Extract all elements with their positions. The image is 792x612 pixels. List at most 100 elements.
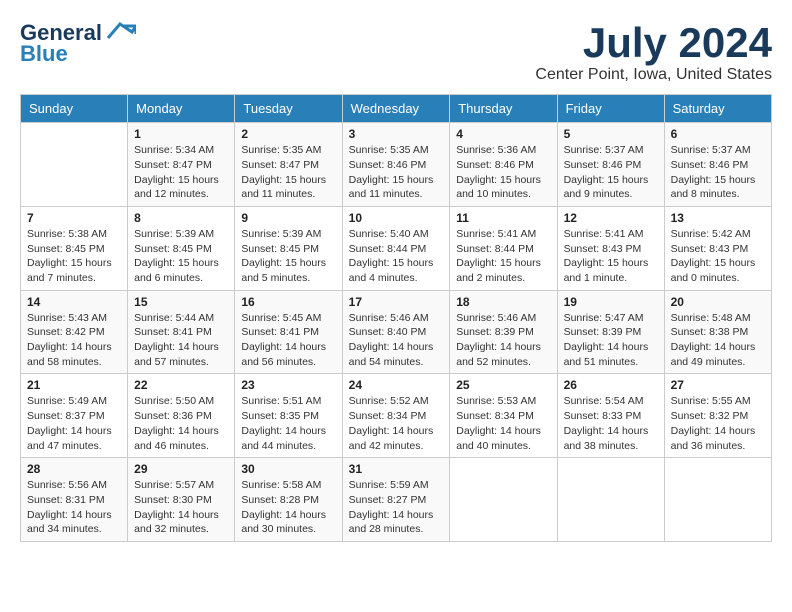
header-friday: Friday bbox=[557, 95, 664, 123]
day-number: 20 bbox=[671, 295, 765, 309]
day-number: 2 bbox=[241, 127, 335, 141]
header-thursday: Thursday bbox=[450, 95, 557, 123]
calendar-cell: 30Sunrise: 5:58 AM Sunset: 8:28 PM Dayli… bbox=[235, 458, 342, 542]
day-info: Sunrise: 5:55 AM Sunset: 8:32 PM Dayligh… bbox=[671, 394, 765, 453]
day-info: Sunrise: 5:44 AM Sunset: 8:41 PM Dayligh… bbox=[134, 311, 228, 370]
calendar-cell: 2 Sunrise: 5:35 AM Sunset: 8:47 PM Daylig… bbox=[235, 123, 342, 207]
calendar-cell bbox=[557, 458, 664, 542]
day-number: 10 bbox=[349, 211, 444, 225]
day-number: 5 bbox=[564, 127, 658, 141]
day-info: Sunrise: 5:54 AM Sunset: 8:33 PM Dayligh… bbox=[564, 394, 658, 453]
week-row-3: 14 Sunrise: 5:43 AM Sunset: 8:42 PM Dayli… bbox=[21, 290, 772, 374]
day-number: 14 bbox=[27, 295, 121, 309]
day-number: 25 bbox=[456, 378, 550, 392]
day-info: Sunrise: 5:41 AM Sunset: 8:43 PM Dayligh… bbox=[564, 227, 658, 286]
calendar-cell: 11 Sunrise: 5:41 AM Sunset: 8:44 PM Dayli… bbox=[450, 206, 557, 290]
calendar-cell: 28 Sunrise: 5:56 AM Sunset: 8:31 PM Dayli… bbox=[21, 458, 128, 542]
calendar-cell: 23Sunrise: 5:51 AM Sunset: 8:35 PM Dayli… bbox=[235, 374, 342, 458]
day-info: Sunrise: 5:35 AM Sunset: 8:47 PM Dayligh… bbox=[241, 143, 335, 202]
title-area: July 2024 Center Point, Iowa, United Sta… bbox=[535, 20, 772, 84]
day-number: 3 bbox=[349, 127, 444, 141]
calendar-cell: 12Sunrise: 5:41 AM Sunset: 8:43 PM Dayli… bbox=[557, 206, 664, 290]
day-number: 21 bbox=[27, 378, 121, 392]
day-number: 26 bbox=[564, 378, 658, 392]
calendar-cell: 16 Sunrise: 5:45 AM Sunset: 8:41 PM Dayli… bbox=[235, 290, 342, 374]
calendar-cell: 26 Sunrise: 5:54 AM Sunset: 8:33 PM Dayli… bbox=[557, 374, 664, 458]
day-number: 13 bbox=[671, 211, 765, 225]
day-number: 11 bbox=[456, 211, 550, 225]
day-info: Sunrise: 5:46 AM Sunset: 8:40 PM Dayligh… bbox=[349, 311, 444, 370]
calendar-cell bbox=[21, 123, 128, 207]
day-number: 27 bbox=[671, 378, 765, 392]
day-info: Sunrise: 5:38 AM Sunset: 8:45 PM Dayligh… bbox=[27, 227, 121, 286]
calendar-cell: 15 Sunrise: 5:44 AM Sunset: 8:41 PM Dayli… bbox=[128, 290, 235, 374]
day-number: 1 bbox=[134, 127, 228, 141]
day-info: Sunrise: 5:37 AM Sunset: 8:46 PM Dayligh… bbox=[671, 143, 765, 202]
day-info: Sunrise: 5:47 AM Sunset: 8:39 PM Dayligh… bbox=[564, 311, 658, 370]
calendar-header-row: SundayMondayTuesdayWednesdayThursdayFrid… bbox=[21, 95, 772, 123]
calendar-cell bbox=[450, 458, 557, 542]
calendar-cell: 1 Sunrise: 5:34 AM Sunset: 8:47 PM Daylig… bbox=[128, 123, 235, 207]
calendar-cell: 20Sunrise: 5:48 AM Sunset: 8:38 PM Dayli… bbox=[664, 290, 771, 374]
calendar-cell: 22 Sunrise: 5:50 AM Sunset: 8:36 PM Dayli… bbox=[128, 374, 235, 458]
day-info: Sunrise: 5:41 AM Sunset: 8:44 PM Dayligh… bbox=[456, 227, 550, 286]
day-number: 6 bbox=[671, 127, 765, 141]
calendar-cell: 25 Sunrise: 5:53 AM Sunset: 8:34 PM Dayli… bbox=[450, 374, 557, 458]
calendar-cell: 31Sunrise: 5:59 AM Sunset: 8:27 PM Dayli… bbox=[342, 458, 450, 542]
day-number: 24 bbox=[349, 378, 444, 392]
calendar-cell: 19 Sunrise: 5:47 AM Sunset: 8:39 PM Dayli… bbox=[557, 290, 664, 374]
header-sunday: Sunday bbox=[21, 95, 128, 123]
day-info: Sunrise: 5:39 AM Sunset: 8:45 PM Dayligh… bbox=[241, 227, 335, 286]
week-row-5: 28 Sunrise: 5:56 AM Sunset: 8:31 PM Dayli… bbox=[21, 458, 772, 542]
day-info: Sunrise: 5:37 AM Sunset: 8:46 PM Dayligh… bbox=[564, 143, 658, 202]
day-number: 28 bbox=[27, 462, 121, 476]
logo: General Blue bbox=[20, 20, 136, 66]
day-number: 15 bbox=[134, 295, 228, 309]
calendar-cell: 3Sunrise: 5:35 AM Sunset: 8:46 PM Daylig… bbox=[342, 123, 450, 207]
day-info: Sunrise: 5:46 AM Sunset: 8:39 PM Dayligh… bbox=[456, 311, 550, 370]
week-row-4: 21Sunrise: 5:49 AM Sunset: 8:37 PM Dayli… bbox=[21, 374, 772, 458]
day-number: 19 bbox=[564, 295, 658, 309]
week-row-2: 7 Sunrise: 5:38 AM Sunset: 8:45 PM Daylig… bbox=[21, 206, 772, 290]
week-row-1: 1 Sunrise: 5:34 AM Sunset: 8:47 PM Daylig… bbox=[21, 123, 772, 207]
calendar-cell: 6 Sunrise: 5:37 AM Sunset: 8:46 PM Daylig… bbox=[664, 123, 771, 207]
logo-blue: Blue bbox=[20, 42, 68, 66]
calendar-body: 1 Sunrise: 5:34 AM Sunset: 8:47 PM Daylig… bbox=[21, 123, 772, 542]
page-title: July 2024 bbox=[535, 20, 772, 66]
page-subtitle: Center Point, Iowa, United States bbox=[535, 66, 772, 84]
day-number: 31 bbox=[349, 462, 444, 476]
calendar-cell: 24 Sunrise: 5:52 AM Sunset: 8:34 PM Dayli… bbox=[342, 374, 450, 458]
calendar-cell: 10 Sunrise: 5:40 AM Sunset: 8:44 PM Dayli… bbox=[342, 206, 450, 290]
day-info: Sunrise: 5:42 AM Sunset: 8:43 PM Dayligh… bbox=[671, 227, 765, 286]
day-number: 8 bbox=[134, 211, 228, 225]
header-monday: Monday bbox=[128, 95, 235, 123]
calendar-cell: 18Sunrise: 5:46 AM Sunset: 8:39 PM Dayli… bbox=[450, 290, 557, 374]
calendar-cell: 14 Sunrise: 5:43 AM Sunset: 8:42 PM Dayli… bbox=[21, 290, 128, 374]
calendar-cell: 27 Sunrise: 5:55 AM Sunset: 8:32 PM Dayli… bbox=[664, 374, 771, 458]
day-info: Sunrise: 5:40 AM Sunset: 8:44 PM Dayligh… bbox=[349, 227, 444, 286]
day-info: Sunrise: 5:45 AM Sunset: 8:41 PM Dayligh… bbox=[241, 311, 335, 370]
day-number: 30 bbox=[241, 462, 335, 476]
day-info: Sunrise: 5:57 AM Sunset: 8:30 PM Dayligh… bbox=[134, 478, 228, 537]
day-info: Sunrise: 5:51 AM Sunset: 8:35 PM Dayligh… bbox=[241, 394, 335, 453]
calendar-cell: 21Sunrise: 5:49 AM Sunset: 8:37 PM Dayli… bbox=[21, 374, 128, 458]
day-info: Sunrise: 5:56 AM Sunset: 8:31 PM Dayligh… bbox=[27, 478, 121, 537]
calendar-cell: 17Sunrise: 5:46 AM Sunset: 8:40 PM Dayli… bbox=[342, 290, 450, 374]
calendar-cell: 13 Sunrise: 5:42 AM Sunset: 8:43 PM Dayli… bbox=[664, 206, 771, 290]
day-number: 22 bbox=[134, 378, 228, 392]
day-info: Sunrise: 5:53 AM Sunset: 8:34 PM Dayligh… bbox=[456, 394, 550, 453]
calendar-cell: 29Sunrise: 5:57 AM Sunset: 8:30 PM Dayli… bbox=[128, 458, 235, 542]
day-number: 4 bbox=[456, 127, 550, 141]
day-info: Sunrise: 5:39 AM Sunset: 8:45 PM Dayligh… bbox=[134, 227, 228, 286]
day-info: Sunrise: 5:34 AM Sunset: 8:47 PM Dayligh… bbox=[134, 143, 228, 202]
day-number: 7 bbox=[27, 211, 121, 225]
day-info: Sunrise: 5:36 AM Sunset: 8:46 PM Dayligh… bbox=[456, 143, 550, 202]
day-number: 16 bbox=[241, 295, 335, 309]
calendar-cell: 5 Sunrise: 5:37 AM Sunset: 8:46 PM Daylig… bbox=[557, 123, 664, 207]
header-tuesday: Tuesday bbox=[235, 95, 342, 123]
day-info: Sunrise: 5:52 AM Sunset: 8:34 PM Dayligh… bbox=[349, 394, 444, 453]
calendar-cell: 8 Sunrise: 5:39 AM Sunset: 8:45 PM Daylig… bbox=[128, 206, 235, 290]
day-info: Sunrise: 5:50 AM Sunset: 8:36 PM Dayligh… bbox=[134, 394, 228, 453]
day-info: Sunrise: 5:43 AM Sunset: 8:42 PM Dayligh… bbox=[27, 311, 121, 370]
calendar-table: SundayMondayTuesdayWednesdayThursdayFrid… bbox=[20, 94, 772, 542]
